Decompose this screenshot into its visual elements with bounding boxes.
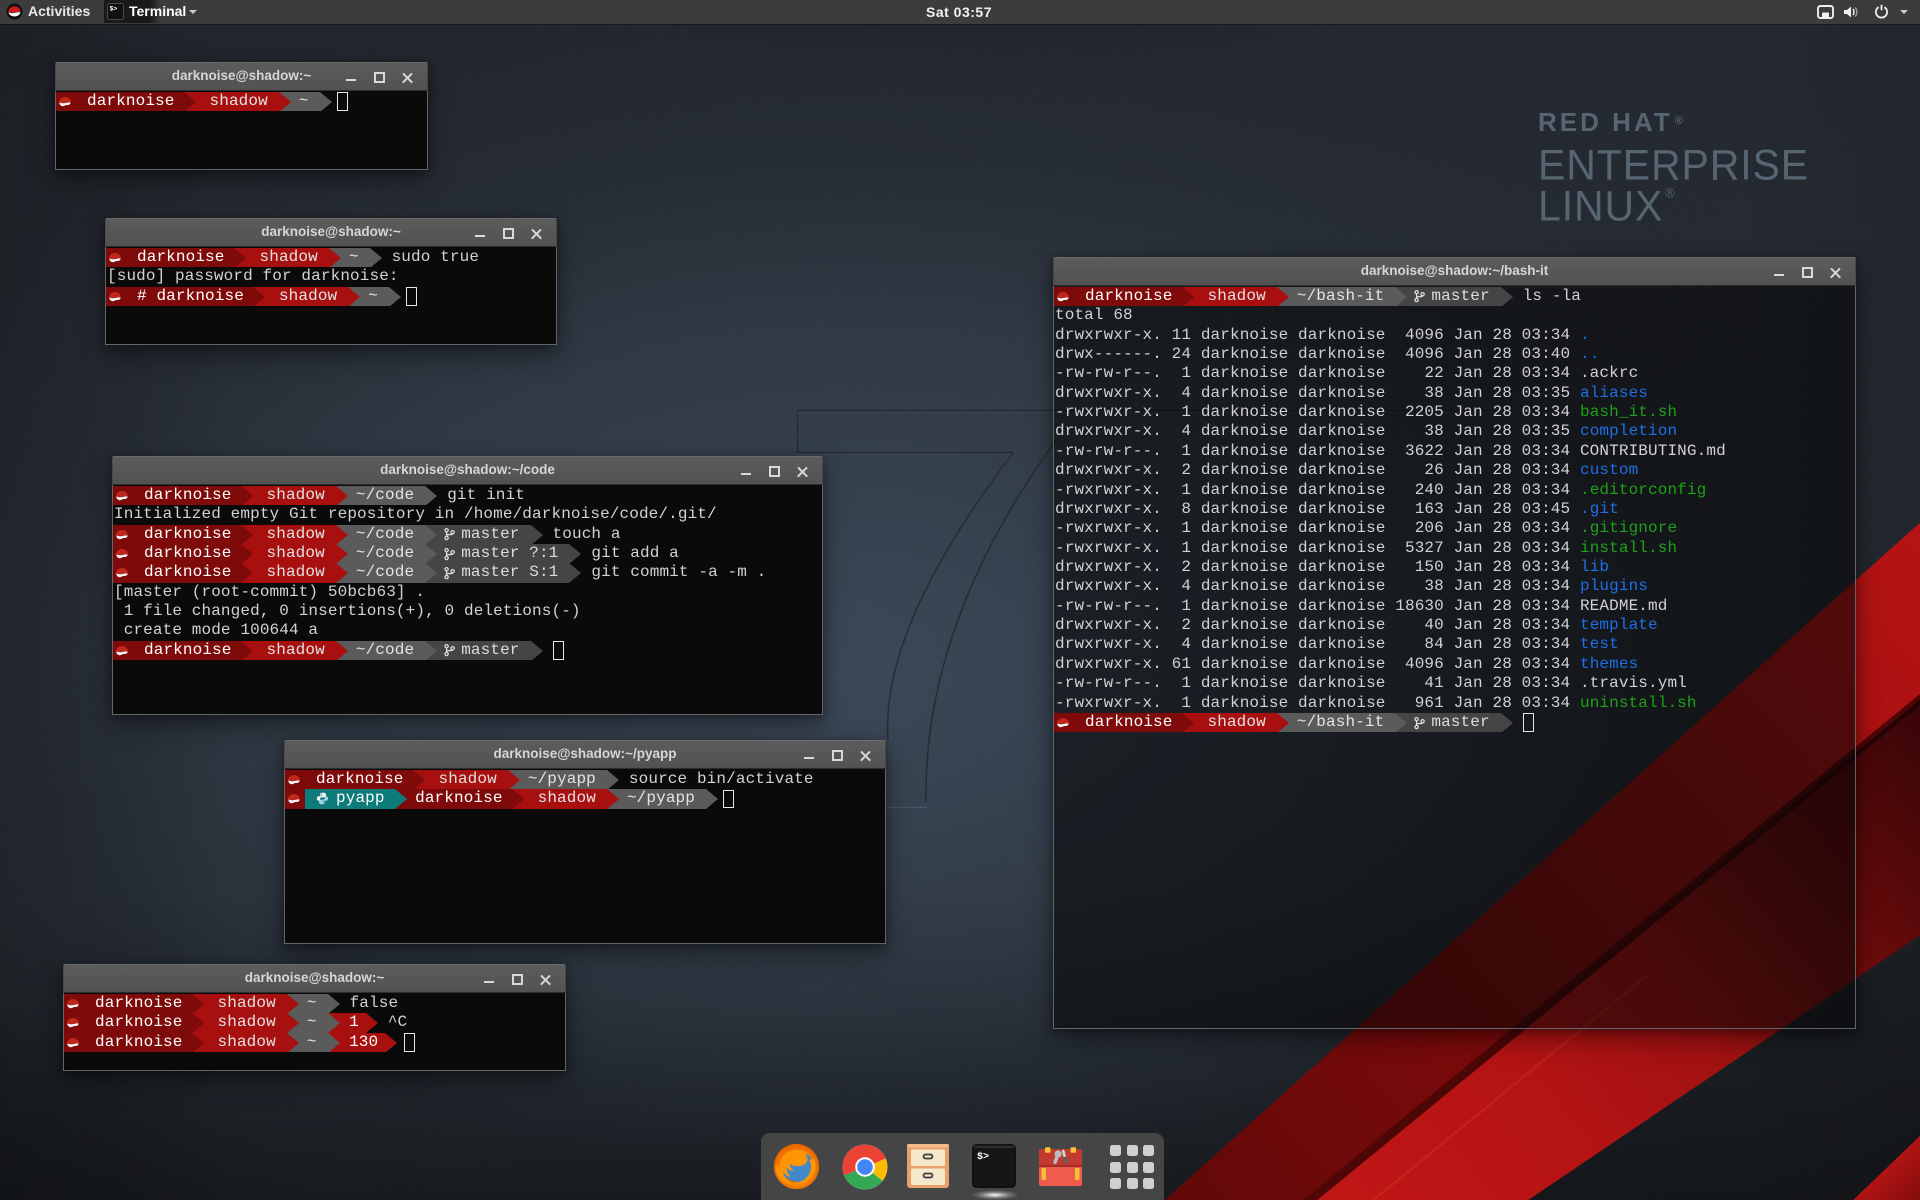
svg-text:$>: $> [110,6,118,13]
svg-text:$>: $> [977,1151,989,1163]
